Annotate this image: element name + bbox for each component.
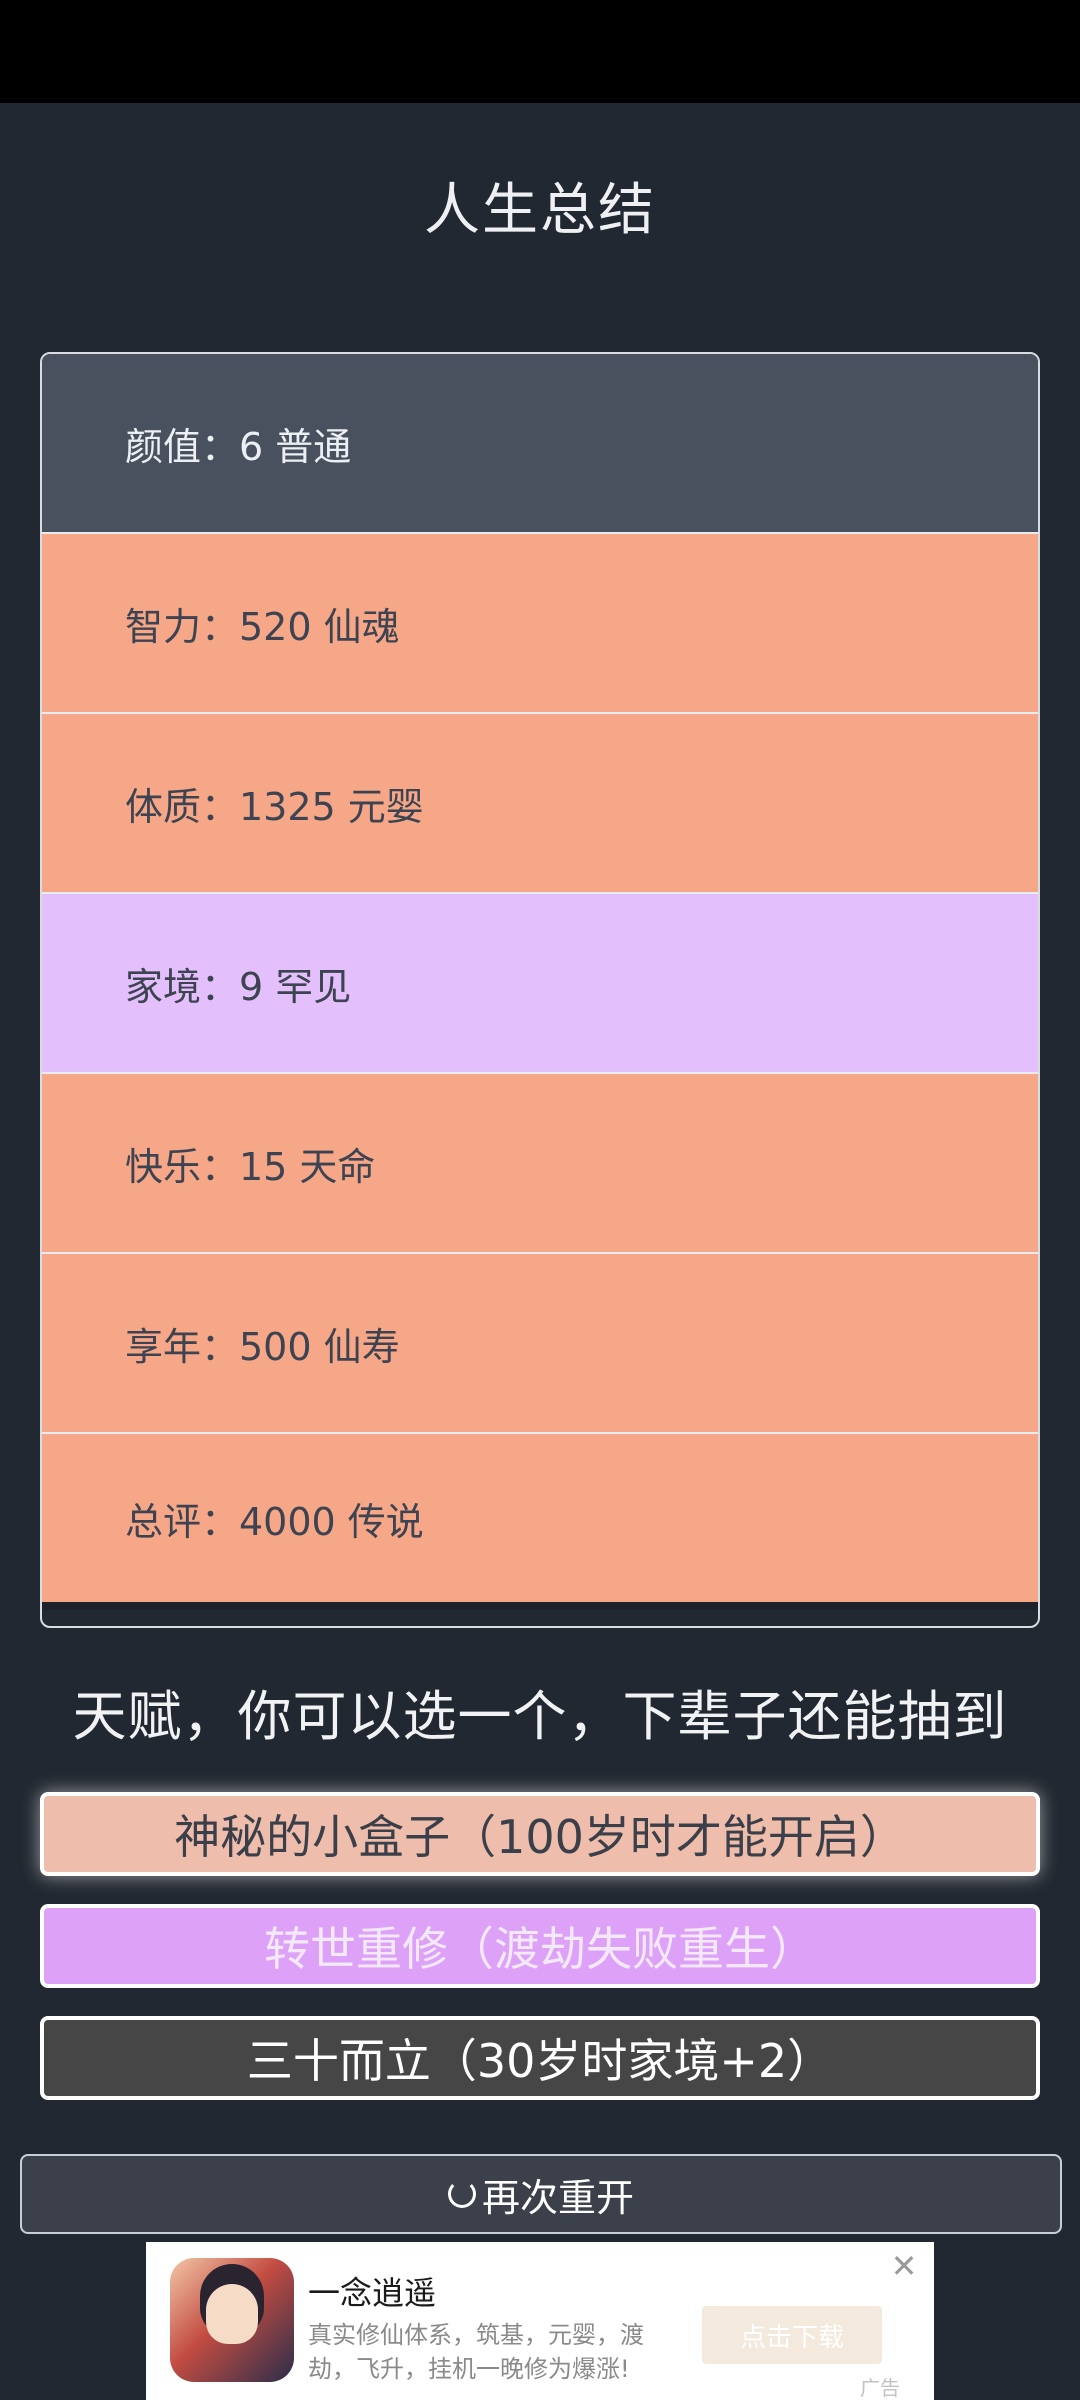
stats-card: 颜值：6 普通 智力：520 仙魂 体质：1325 元婴 家境：9 罕见 快乐：… (40, 352, 1040, 1628)
ad-banner[interactable]: 一念逍遥 真实修仙体系，筑基，元婴，渡劫，飞升，挂机一晚修为爆涨! 点击下载 ✕… (146, 2242, 934, 2400)
ad-title: 一念逍遥 (308, 2274, 437, 2312)
ad-label: 广告 (860, 2376, 900, 2400)
refresh-icon (447, 2180, 476, 2208)
status-bar (0, 0, 1080, 103)
stat-row-overall: 总评：4000 传说 (42, 1434, 1038, 1602)
restart-label: 再次重开 (481, 2175, 634, 2220)
talent-option-mystery-box[interactable]: 神秘的小盒子（100岁时才能开启） (40, 1792, 1040, 1876)
stat-row-family: 家境：9 罕见 (42, 894, 1038, 1074)
stat-row-happiness: 快乐：15 天命 (42, 1074, 1038, 1254)
close-icon[interactable]: ✕ (886, 2248, 922, 2284)
stat-row-appearance: 颜值：6 普通 (42, 354, 1038, 534)
talent-option-rebirth[interactable]: 转世重修（渡劫失败重生） (40, 1904, 1040, 1988)
talent-heading: 天赋，你可以选一个，下辈子还能抽到 (72, 1685, 1008, 1748)
ad-description: 真实修仙体系，筑基，元婴，渡劫，飞升，挂机一晚修为爆涨! (308, 2321, 644, 2383)
character-icon (206, 2284, 258, 2344)
download-button[interactable]: 点击下载 (702, 2306, 882, 2364)
card-bottom-band (42, 1602, 1038, 1610)
app-icon[interactable] (170, 2258, 294, 2382)
page-title: 人生总结 (424, 178, 656, 243)
stat-row-intelligence: 智力：520 仙魂 (42, 534, 1038, 714)
stat-row-constitution: 体质：1325 元婴 (42, 714, 1038, 894)
stat-row-lifespan: 享年：500 仙寿 (42, 1254, 1038, 1434)
restart-button[interactable]: 再次重开 (20, 2154, 1062, 2234)
talent-option-thirty[interactable]: 三十而立（30岁时家境+2） (40, 2016, 1040, 2100)
